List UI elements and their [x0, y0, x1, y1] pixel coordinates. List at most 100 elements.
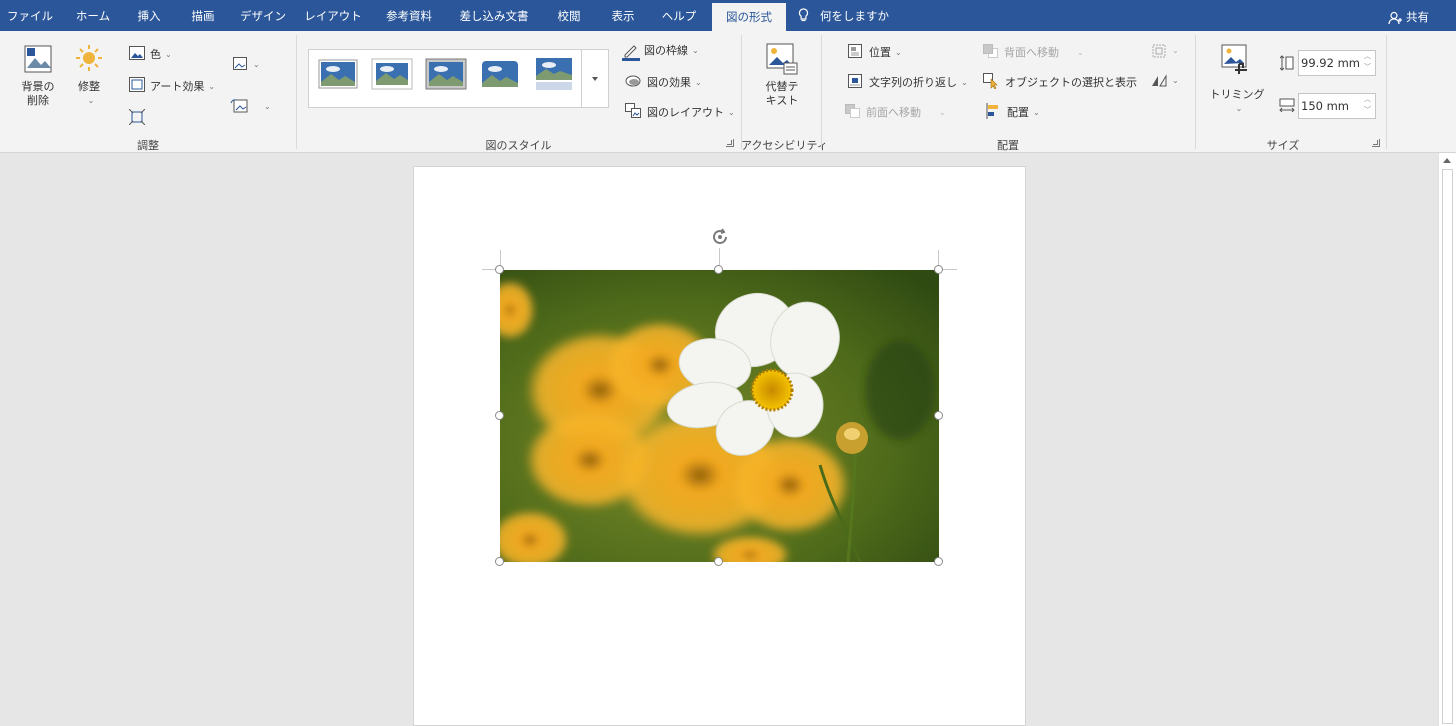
chevron-down-icon: ⌄	[1235, 104, 1243, 113]
size-dialog-launcher[interactable]	[1372, 139, 1380, 147]
spin-up-icon[interactable]: ︿	[1364, 95, 1371, 103]
bring-forward-icon	[845, 104, 861, 121]
resize-handle-bottom-right[interactable]	[934, 557, 943, 566]
remove-background-icon[interactable]	[23, 44, 53, 77]
change-picture-icon[interactable]: ⌄	[233, 57, 261, 76]
resize-handle-right[interactable]	[934, 411, 943, 420]
picture-effects-button[interactable]: 図の効果 ⌄	[647, 74, 702, 90]
vertical-scrollbar[interactable]	[1438, 153, 1456, 726]
crop-button[interactable]: トリミング ⌄	[1208, 88, 1266, 117]
tab-view[interactable]: 表示	[600, 0, 646, 31]
wrap-text-button[interactable]: 文字列の折り返し ⌄	[869, 74, 968, 90]
spin-down-icon[interactable]: ﹀	[1364, 106, 1371, 114]
remove-background-button[interactable]: 背景の 削除	[16, 80, 60, 108]
group-separator	[821, 35, 822, 149]
tab-design[interactable]: デザイン	[234, 0, 292, 31]
arrange-group-label: 配置	[997, 139, 1019, 152]
wrap-text-icon	[848, 74, 862, 91]
align-button[interactable]: 配置 ⌄	[1007, 104, 1040, 120]
picture-layout-icon	[625, 103, 641, 121]
bring-forward-button[interactable]: 前面へ移動 ⌄	[866, 104, 946, 120]
tab-layout[interactable]: レイアウト	[300, 0, 366, 31]
tab-help[interactable]: ヘルプ	[654, 0, 704, 31]
adjust-group-label: 調整	[137, 139, 159, 152]
cosmos-flower-image	[500, 270, 939, 562]
send-backward-label: 背面へ移動	[1004, 46, 1059, 59]
resize-handle-bottom[interactable]	[714, 557, 723, 566]
spin-up-icon[interactable]: ︿	[1364, 52, 1371, 60]
crop-icon[interactable]	[1221, 44, 1253, 79]
style-thumbnail[interactable]	[317, 56, 359, 92]
resize-handle-top-right[interactable]	[934, 265, 943, 274]
corrections-button[interactable]: 修整 ⌄	[70, 80, 108, 109]
style-thumbnail[interactable]	[425, 56, 467, 92]
position-label: 位置	[869, 46, 891, 59]
resize-handle-top-left[interactable]	[495, 265, 504, 274]
group-separator	[1195, 35, 1196, 149]
svg-text:⌄: ⌄	[1172, 76, 1179, 85]
group-separator	[1386, 35, 1387, 149]
tell-me-box[interactable]: 何をしますか	[798, 0, 889, 31]
picture-layout-label: 図のレイアウト	[647, 106, 724, 119]
rotate-handle-icon[interactable]	[710, 227, 730, 250]
height-input[interactable]: 99.92 mm ︿ ﹀	[1298, 50, 1376, 76]
resize-handle-left[interactable]	[495, 411, 504, 420]
align-label: 配置	[1007, 106, 1029, 119]
tab-picture-format[interactable]: 図の形式	[712, 3, 786, 31]
reset-picture-icon[interactable]: ⌄	[230, 98, 274, 117]
picture-border-button[interactable]: 図の枠線 ⌄	[644, 42, 699, 58]
style-thumbnail[interactable]	[533, 56, 575, 92]
alt-text-icon[interactable]	[766, 43, 798, 78]
picture-styles-gallery[interactable]	[308, 49, 609, 108]
spin-down-icon[interactable]: ﹀	[1364, 63, 1371, 71]
selected-picture[interactable]	[500, 270, 939, 562]
artistic-effects-label: アート効果	[150, 80, 205, 93]
tab-file[interactable]: ファイル	[0, 0, 60, 31]
group-separator	[296, 35, 297, 149]
accessibility-group-label: アクセシビリティ	[741, 139, 828, 152]
color-button[interactable]: 色 ⌄	[150, 46, 172, 62]
picture-effects-label: 図の効果	[647, 76, 691, 89]
resize-handle-top[interactable]	[714, 265, 723, 274]
tab-draw[interactable]: 描画	[180, 0, 226, 31]
send-backward-button[interactable]: 背面へ移動 ⌄	[1004, 44, 1084, 60]
position-button[interactable]: 位置 ⌄	[869, 44, 902, 60]
tab-references[interactable]: 参考資料	[374, 0, 444, 31]
tab-home[interactable]: ホーム	[64, 0, 122, 31]
selection-pane-button[interactable]: オブジェクトの選択と表示	[1005, 74, 1137, 90]
tab-mailings[interactable]: 差し込み文書	[452, 0, 536, 31]
scroll-up-icon[interactable]	[1443, 158, 1451, 163]
svg-text:⌄: ⌄	[253, 60, 260, 69]
rotate-icon[interactable]: ⌄	[1150, 74, 1180, 91]
width-input[interactable]: 150 mm ︿ ﹀	[1298, 93, 1376, 119]
ribbon: 背景の 削除 修整 ⌄ 色 ⌄ アート効果 ⌄ ⌄ ⌄ 調整 図の枠線 ⌄ 図の…	[0, 31, 1456, 181]
artistic-effects-button[interactable]: アート効果 ⌄	[150, 78, 215, 94]
picture-layout-button[interactable]: 図のレイアウト ⌄	[647, 104, 735, 120]
width-value: 150 mm	[1301, 99, 1350, 113]
picture-styles-group-label: 図のスタイル	[485, 139, 552, 152]
sun-icon[interactable]	[75, 44, 103, 75]
width-icon	[1279, 98, 1295, 115]
chevron-down-icon: ⌄	[87, 96, 95, 105]
align-icon	[986, 103, 1000, 122]
resize-handle-bottom-left[interactable]	[495, 557, 504, 566]
group-objects-icon[interactable]: ⌄	[1152, 44, 1180, 61]
svg-text:⌄: ⌄	[1172, 46, 1179, 55]
send-backward-icon	[983, 44, 999, 61]
tab-review[interactable]: 校閲	[546, 0, 592, 31]
corrections-label: 修整	[78, 80, 100, 93]
size-group-label: サイズ	[1266, 139, 1300, 152]
pen-icon	[622, 43, 640, 64]
scroll-thumb[interactable]	[1442, 169, 1453, 724]
person-icon	[1388, 11, 1402, 25]
share-button[interactable]: 共有	[1388, 0, 1429, 31]
gallery-more-button[interactable]	[581, 50, 608, 107]
compress-pictures-icon[interactable]	[128, 108, 146, 128]
style-thumbnail[interactable]	[371, 56, 413, 92]
tab-insert[interactable]: 挿入	[126, 0, 172, 31]
alt-text-button[interactable]: 代替テ キスト	[760, 80, 804, 108]
picture-styles-dialog-launcher[interactable]	[726, 139, 734, 147]
position-icon	[848, 44, 862, 61]
style-thumbnail[interactable]	[479, 56, 521, 92]
color-icon	[129, 46, 145, 63]
